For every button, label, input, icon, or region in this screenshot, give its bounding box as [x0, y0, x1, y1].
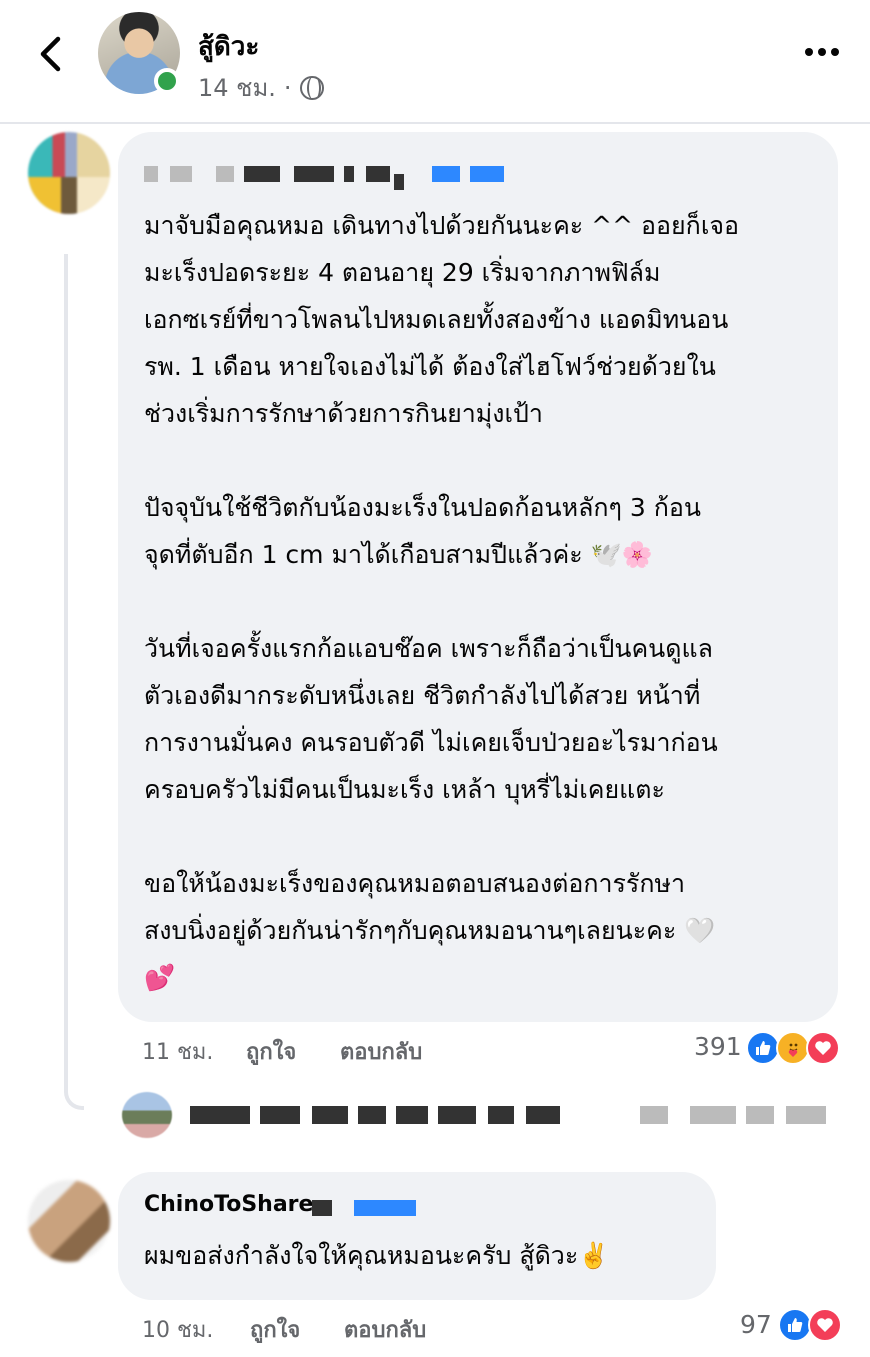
comment-text: มาจับมือคุณหมอ เดินทางไปด้วยกันนะคะ ^^ อ… — [144, 211, 740, 992]
like-icon — [746, 1031, 780, 1065]
more-options-button[interactable] — [800, 40, 844, 64]
dot-icon — [831, 48, 839, 56]
back-button[interactable] — [30, 32, 70, 76]
page-name[interactable]: สู้ดิวะ — [198, 26, 259, 67]
like-button[interactable]: ถูกใจ — [246, 1034, 340, 1069]
commenter-name[interactable]: ChinoToShare — [144, 1192, 690, 1224]
love-icon — [808, 1308, 842, 1342]
love-icon — [806, 1031, 840, 1065]
chevron-left-icon — [40, 36, 61, 72]
comment-time[interactable]: 11 ชม. — [142, 1034, 246, 1069]
online-status-dot — [154, 68, 180, 94]
like-icon — [778, 1308, 812, 1342]
care-icon — [776, 1031, 810, 1065]
header-divider — [0, 122, 870, 124]
comment-actions: 10 ชม. ถูกใจ ตอบกลับ — [142, 1312, 426, 1347]
commenter-avatar[interactable] — [28, 132, 110, 214]
like-button[interactable]: ถูกใจ — [250, 1312, 344, 1347]
post-header: สู้ดิวะ 14 ชม. · — [0, 0, 870, 122]
reply-preview-redacted[interactable] — [190, 1100, 840, 1130]
comment-bubble[interactable]: มาจับมือคุณหมอ เดินทางไปด้วยกันนะคะ ^^ อ… — [118, 132, 838, 1022]
commenter-name-text[interactable]: ChinoToShare — [144, 1192, 313, 1217]
reply-button[interactable]: ตอบกลับ — [340, 1034, 422, 1069]
commenter-name-redacted[interactable] — [144, 152, 812, 192]
comment-text: ผมขอส่งกำลังใจให้คุณหมอนะครับ สู้ดิวะ✌️ — [144, 1241, 610, 1270]
globe-icon — [299, 75, 324, 100]
reply-avatar[interactable] — [122, 1092, 172, 1138]
comment-actions: 11 ชม. ถูกใจ ตอบกลับ — [142, 1034, 422, 1069]
reaction-count[interactable]: 391 — [694, 1032, 742, 1061]
thread-connector-line — [64, 254, 84, 1110]
reaction-icons[interactable] — [778, 1308, 842, 1342]
reaction-icons[interactable] — [746, 1031, 840, 1065]
post-time[interactable]: 14 ชม. — [198, 68, 276, 107]
dot-icon — [805, 48, 813, 56]
meta-separator: · — [283, 73, 292, 102]
comment-time[interactable]: 10 ชม. — [142, 1312, 250, 1347]
post-meta: 14 ชม. · — [198, 68, 324, 107]
dot-icon — [818, 48, 826, 56]
commenter-avatar[interactable] — [28, 1180, 110, 1262]
comment-bubble[interactable]: ChinoToShare ผมขอส่งกำลังใจให้คุณหมอนะคร… — [118, 1172, 716, 1300]
reaction-count[interactable]: 97 — [740, 1310, 772, 1339]
reply-button[interactable]: ตอบกลับ — [344, 1312, 426, 1347]
